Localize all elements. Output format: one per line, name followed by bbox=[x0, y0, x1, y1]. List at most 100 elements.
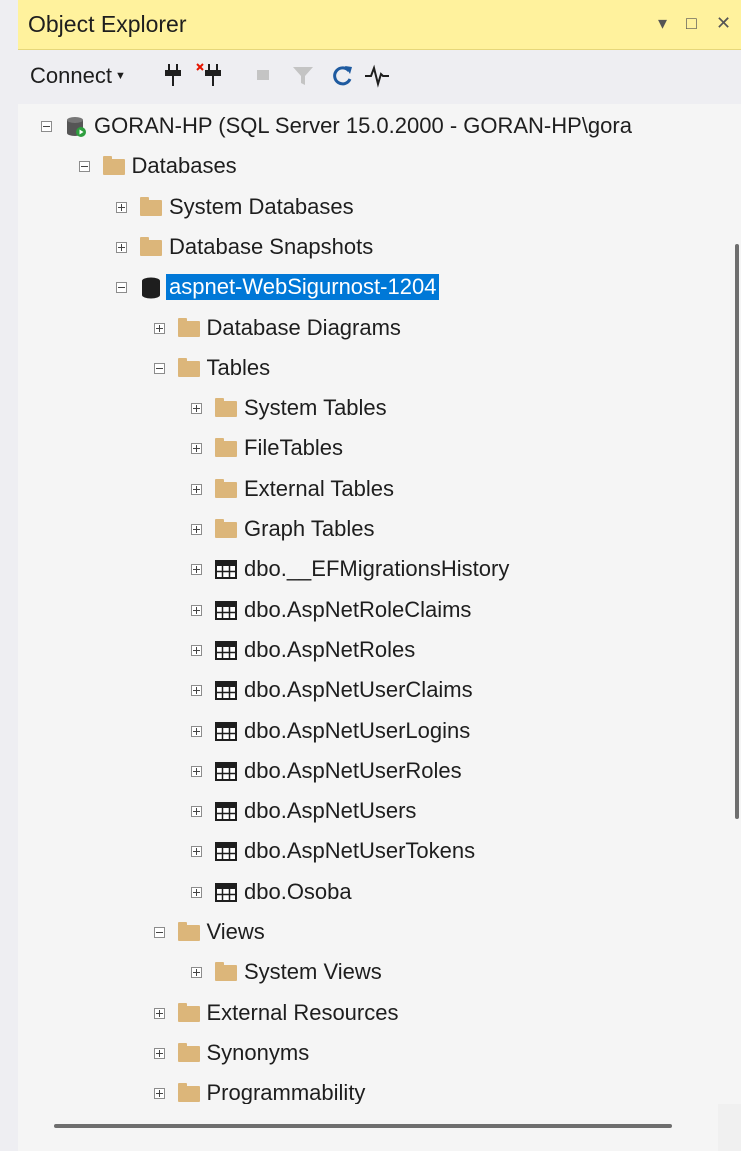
table-icon bbox=[215, 559, 237, 580]
vertical-scrollbar[interactable] bbox=[718, 104, 741, 1104]
tree-node[interactable]: GORAN-HP (SQL Server 15.0.2000 - GORAN-H… bbox=[18, 107, 718, 147]
collapse-minus-icon[interactable] bbox=[41, 121, 52, 132]
tree-node[interactable]: aspnet-WebSigurnost-1204 bbox=[18, 268, 718, 308]
expand-plus-icon[interactable] bbox=[191, 886, 202, 898]
folder-icon bbox=[215, 519, 237, 539]
tree-node[interactable]: Database Diagrams bbox=[18, 309, 718, 349]
table-icon bbox=[215, 600, 237, 620]
panel-title-bar: Object Explorer ▾ □ ✕ bbox=[18, 0, 741, 50]
tree-node[interactable]: System Tables bbox=[18, 389, 718, 429]
tree-node[interactable]: FileTables bbox=[18, 429, 718, 469]
tree-node-label[interactable]: FileTables bbox=[241, 435, 346, 461]
expand-plus-icon[interactable] bbox=[191, 524, 202, 535]
tree-node-label[interactable]: GORAN-HP (SQL Server 15.0.2000 - GORAN-H… bbox=[91, 113, 635, 139]
server-icon bbox=[65, 116, 87, 137]
tree-node-label[interactable]: dbo.__EFMigrationsHistory bbox=[241, 556, 512, 582]
expand-plus-icon[interactable] bbox=[191, 685, 202, 697]
tree-node[interactable]: dbo.AspNetUserClaims bbox=[18, 671, 718, 711]
expand-plus-icon[interactable] bbox=[191, 403, 202, 415]
tree-node-label[interactable]: External Tables bbox=[241, 476, 397, 502]
tree-node-label[interactable]: Databases bbox=[129, 153, 240, 179]
tree-node-label[interactable]: dbo.AspNetRoleClaims bbox=[241, 597, 474, 623]
folder-icon bbox=[177, 922, 200, 942]
tree-node-label[interactable]: Graph Tables bbox=[241, 516, 377, 542]
tree-node[interactable]: System Views bbox=[18, 953, 718, 993]
folder-icon bbox=[215, 962, 237, 982]
expand-plus-icon[interactable] bbox=[191, 806, 202, 818]
tree-node[interactable]: Graph Tables bbox=[18, 510, 718, 550]
horizontal-scroll-thumb[interactable] bbox=[54, 1124, 672, 1128]
close-icon[interactable]: ✕ bbox=[716, 12, 731, 34]
database-icon bbox=[140, 277, 162, 299]
resize-grip bbox=[718, 1104, 741, 1151]
maximize-icon[interactable]: □ bbox=[686, 12, 697, 34]
collapse-minus-icon[interactable] bbox=[78, 161, 90, 173]
tree-node[interactable]: Databases bbox=[18, 147, 718, 187]
tree-node-label[interactable]: Database Snapshots bbox=[166, 234, 376, 260]
activity-monitor-icon[interactable] bbox=[364, 62, 390, 90]
tree-node[interactable]: External Tables bbox=[18, 470, 718, 510]
expand-plus-icon[interactable] bbox=[116, 241, 127, 253]
connect-button[interactable]: Connect ▼ bbox=[30, 62, 126, 90]
expand-plus-icon[interactable] bbox=[191, 725, 202, 737]
expand-plus-icon[interactable] bbox=[191, 604, 202, 616]
tree-node-label[interactable]: Programmability bbox=[204, 1080, 369, 1106]
tree-node[interactable]: dbo.AspNetRoles bbox=[18, 631, 718, 671]
expand-plus-icon[interactable] bbox=[153, 1007, 165, 1019]
expand-plus-icon[interactable] bbox=[116, 201, 127, 213]
collapse-minus-icon[interactable] bbox=[116, 282, 127, 294]
tree-node[interactable]: dbo.AspNetRoleClaims bbox=[18, 591, 718, 631]
vertical-scroll-thumb[interactable] bbox=[735, 244, 739, 819]
tree-node-label[interactable]: dbo.AspNetUserLogins bbox=[241, 718, 473, 744]
tree-node-label[interactable]: Synonyms bbox=[204, 1040, 313, 1066]
tree-node-label[interactable]: System Tables bbox=[241, 395, 390, 421]
tree-node[interactable]: External Resources bbox=[18, 994, 718, 1034]
tree-node-label[interactable]: Views bbox=[204, 919, 268, 945]
expand-plus-icon[interactable] bbox=[153, 1088, 165, 1100]
connect-object-icon[interactable] bbox=[164, 62, 182, 90]
expand-plus-icon[interactable] bbox=[191, 443, 202, 455]
tree-node-label[interactable]: Tables bbox=[204, 355, 274, 381]
expand-plus-icon[interactable] bbox=[191, 967, 202, 979]
horizontal-scrollbar[interactable] bbox=[18, 1104, 718, 1151]
tree-node-label[interactable]: aspnet-WebSigurnost-1204 bbox=[166, 274, 440, 301]
expand-plus-icon[interactable] bbox=[191, 765, 202, 777]
collapse-minus-icon[interactable] bbox=[153, 362, 165, 374]
tree-node-label[interactable]: System Views bbox=[241, 959, 385, 985]
tree-node[interactable]: System Databases bbox=[18, 188, 718, 228]
tree-node-label[interactable]: dbo.AspNetUserTokens bbox=[241, 838, 478, 864]
tree-node[interactable]: Synonyms bbox=[18, 1034, 718, 1074]
tree-node-label[interactable]: Database Diagrams bbox=[204, 315, 404, 341]
tree-node-label[interactable]: dbo.AspNetUsers bbox=[241, 798, 419, 824]
stop-icon[interactable] bbox=[256, 62, 270, 90]
window-position-dropdown-icon[interactable]: ▾ bbox=[658, 12, 667, 34]
tree-node[interactable]: dbo.__EFMigrationsHistory bbox=[18, 550, 718, 590]
filter-icon[interactable] bbox=[292, 62, 314, 90]
folder-icon bbox=[177, 357, 200, 378]
expand-plus-icon[interactable] bbox=[191, 846, 202, 858]
tree-node-label[interactable]: dbo.AspNetUserClaims bbox=[241, 677, 476, 703]
object-explorer-tree[interactable]: GORAN-HP (SQL Server 15.0.2000 - GORAN-H… bbox=[18, 104, 719, 1151]
expand-plus-icon[interactable] bbox=[191, 483, 202, 495]
collapse-minus-icon[interactable] bbox=[153, 927, 165, 938]
tree-node[interactable]: dbo.AspNetUserRoles bbox=[18, 752, 718, 792]
tree-node-label[interactable]: dbo.AspNetRoles bbox=[241, 637, 418, 663]
tree-node[interactable]: dbo.AspNetUserTokens bbox=[18, 832, 718, 872]
tree-node[interactable]: Database Snapshots bbox=[18, 228, 718, 268]
tree-node[interactable]: dbo.AspNetUsers bbox=[18, 792, 718, 832]
refresh-icon[interactable] bbox=[332, 62, 354, 90]
tree-node-label[interactable]: External Resources bbox=[204, 1000, 402, 1026]
tree-node-label[interactable]: dbo.Osoba bbox=[241, 879, 355, 905]
expand-plus-icon[interactable] bbox=[153, 322, 165, 334]
tree-node-label[interactable]: dbo.AspNetUserRoles bbox=[241, 758, 465, 784]
disconnect-icon[interactable] bbox=[196, 62, 222, 90]
tree-node-label[interactable]: System Databases bbox=[166, 194, 357, 220]
expand-plus-icon[interactable] bbox=[191, 644, 202, 656]
table-icon bbox=[215, 882, 237, 902]
tree-node[interactable]: Tables bbox=[18, 349, 718, 389]
tree-node[interactable]: dbo.Osoba bbox=[18, 873, 718, 913]
expand-plus-icon[interactable] bbox=[191, 564, 202, 576]
tree-node[interactable]: dbo.AspNetUserLogins bbox=[18, 712, 718, 752]
tree-node[interactable]: Views bbox=[18, 913, 718, 953]
expand-plus-icon[interactable] bbox=[153, 1047, 165, 1059]
